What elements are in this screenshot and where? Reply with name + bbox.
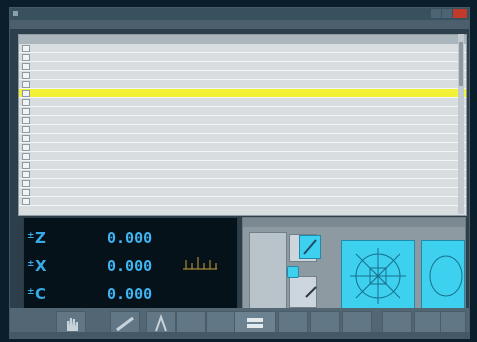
table-row[interactable] bbox=[19, 80, 466, 89]
row-checkbox[interactable] bbox=[22, 135, 30, 142]
program-table bbox=[18, 34, 467, 216]
axis-z-label: Z bbox=[35, 229, 46, 247]
table-row[interactable] bbox=[19, 161, 466, 170]
table-row[interactable] bbox=[19, 143, 466, 152]
title-bar bbox=[10, 8, 469, 20]
table-row[interactable] bbox=[19, 179, 466, 188]
axis-x-sign: ± bbox=[27, 259, 35, 269]
status-bar bbox=[10, 332, 469, 338]
axis-x-label: X bbox=[35, 257, 47, 275]
menu-bar bbox=[10, 20, 469, 29]
table-header bbox=[19, 35, 466, 44]
table-row[interactable] bbox=[19, 125, 466, 134]
table-row[interactable] bbox=[19, 89, 466, 98]
table-row[interactable] bbox=[19, 116, 466, 125]
row-checkbox[interactable] bbox=[22, 144, 30, 151]
tool-block[interactable] bbox=[249, 232, 287, 310]
row-checkbox[interactable] bbox=[22, 162, 30, 169]
axis-z-value: 0.000 bbox=[107, 229, 153, 247]
scale-graphic bbox=[183, 257, 217, 270]
row-checkbox[interactable] bbox=[22, 198, 30, 205]
row-checkbox[interactable] bbox=[22, 63, 30, 70]
axis-c-sign: ± bbox=[27, 287, 35, 297]
table-row[interactable] bbox=[19, 98, 466, 107]
probe-icon[interactable] bbox=[303, 284, 319, 300]
row-checkbox[interactable] bbox=[22, 81, 30, 88]
workpiece-preview-icon bbox=[350, 248, 406, 304]
row-checkbox[interactable] bbox=[22, 189, 30, 196]
control-tabs bbox=[243, 218, 465, 227]
side-preview-icon bbox=[429, 255, 463, 297]
axis-z-sign: ± bbox=[27, 231, 35, 241]
table-row[interactable] bbox=[19, 53, 466, 62]
table-row[interactable] bbox=[19, 152, 466, 161]
app-icon bbox=[13, 11, 18, 16]
row-checkbox[interactable] bbox=[22, 180, 30, 187]
row-checkbox[interactable] bbox=[22, 108, 30, 115]
maximize-button[interactable] bbox=[442, 9, 452, 18]
table-row[interactable] bbox=[19, 134, 466, 143]
row-checkbox[interactable] bbox=[22, 171, 30, 178]
side-preview[interactable] bbox=[421, 240, 465, 312]
table-row[interactable] bbox=[19, 71, 466, 80]
window-buttons bbox=[431, 9, 467, 19]
tool-select-button[interactable] bbox=[299, 235, 321, 259]
table-row[interactable] bbox=[19, 197, 466, 206]
row-checkbox[interactable] bbox=[22, 90, 30, 97]
row-checkbox[interactable] bbox=[22, 117, 30, 124]
close-button[interactable] bbox=[453, 9, 467, 18]
pointer-button[interactable] bbox=[287, 266, 299, 278]
axis-x-value: 0.000 bbox=[107, 257, 153, 275]
scrollbar-thumb[interactable] bbox=[459, 42, 463, 86]
table-row[interactable] bbox=[19, 62, 466, 71]
axis-c-label: C bbox=[35, 285, 47, 303]
pen-icon bbox=[303, 239, 317, 255]
table-row[interactable] bbox=[19, 170, 466, 179]
axis-c: ± C 0.000 bbox=[24, 284, 237, 310]
control-panel bbox=[242, 217, 466, 313]
axis-c-value: 0.000 bbox=[107, 285, 153, 303]
app-window: ± Z 0.000 ± X 0.000 ± C 0.000 bbox=[9, 7, 470, 339]
row-checkbox[interactable] bbox=[22, 126, 30, 133]
row-checkbox[interactable] bbox=[22, 153, 30, 160]
minimize-button[interactable] bbox=[431, 9, 441, 18]
axis-z: ± Z 0.000 bbox=[24, 228, 237, 254]
row-checkbox[interactable] bbox=[22, 72, 30, 79]
table-row[interactable] bbox=[19, 107, 466, 116]
position-readout: ± Z 0.000 ± X 0.000 ± C 0.000 bbox=[23, 217, 238, 313]
workpiece-preview[interactable] bbox=[341, 240, 415, 312]
row-checkbox[interactable] bbox=[22, 54, 30, 61]
table-scrollbar[interactable] bbox=[458, 34, 464, 214]
row-checkbox[interactable] bbox=[22, 45, 30, 52]
table-row[interactable] bbox=[19, 188, 466, 197]
table-row[interactable] bbox=[19, 44, 466, 53]
row-checkbox[interactable] bbox=[22, 99, 30, 106]
